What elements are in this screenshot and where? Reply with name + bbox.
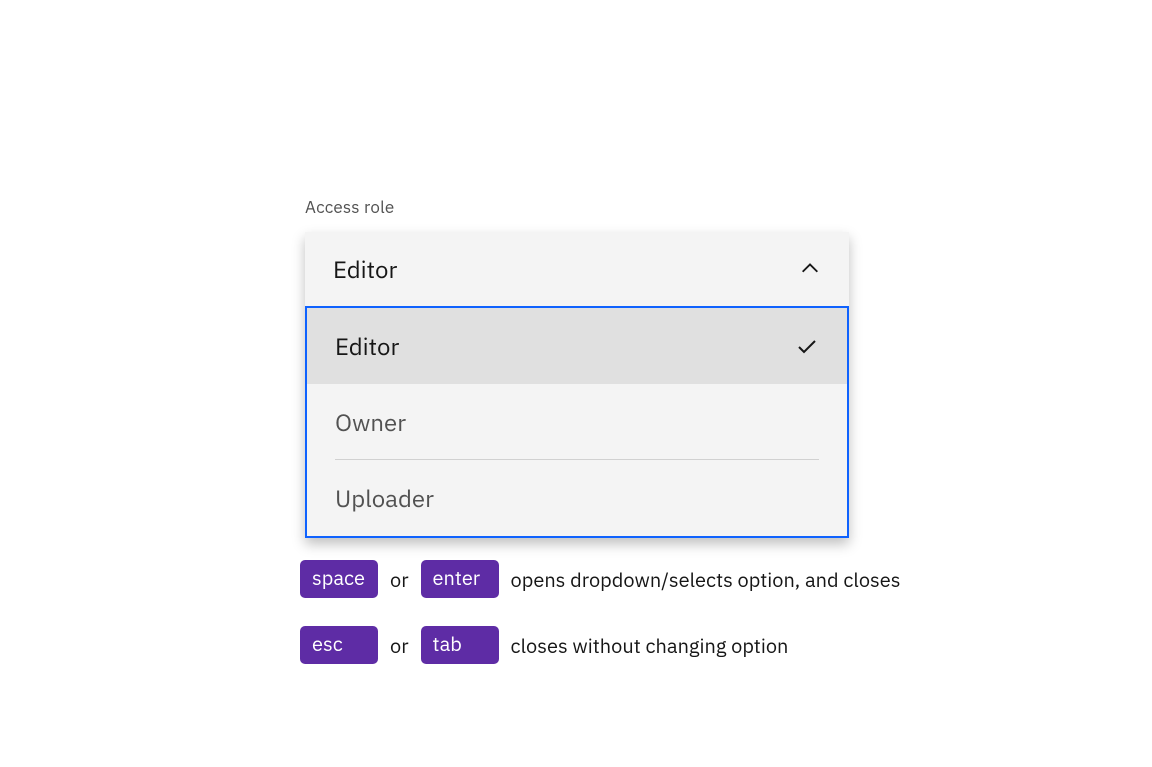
hint-text: opens dropdown/selects option, and close… — [511, 566, 901, 593]
dropdown-option-label: Owner — [335, 406, 406, 438]
key-esc: esc — [300, 626, 378, 664]
dropdown-option-label: Editor — [335, 330, 399, 362]
dropdown-option-editor[interactable]: Editor — [307, 308, 847, 384]
hint-or: or — [390, 566, 409, 593]
access-role-dropdown: Editor Editor Owner Uploader — [305, 232, 849, 538]
dropdown-toggle[interactable]: Editor — [305, 232, 849, 308]
dropdown-listbox: Editor Owner Uploader — [305, 308, 849, 538]
dropdown-selected-value: Editor — [333, 253, 397, 285]
dropdown-option-uploader[interactable]: Uploader — [307, 460, 847, 536]
key-space: space — [300, 560, 378, 598]
key-tab: tab — [421, 626, 499, 664]
dropdown-option-owner[interactable]: Owner — [307, 384, 847, 460]
hint-or: or — [390, 632, 409, 659]
chevron-up-icon — [799, 258, 821, 280]
hint-row-open: space or enter opens dropdown/selects op… — [300, 560, 901, 598]
key-enter: enter — [421, 560, 499, 598]
hint-row-close: esc or tab closes without changing optio… — [300, 626, 901, 664]
dropdown-label: Access role — [305, 196, 394, 218]
dropdown-option-label: Uploader — [335, 482, 434, 514]
checkmark-icon — [795, 334, 819, 358]
keyboard-hints: space or enter opens dropdown/selects op… — [300, 560, 901, 692]
hint-text: closes without changing option — [511, 632, 789, 659]
